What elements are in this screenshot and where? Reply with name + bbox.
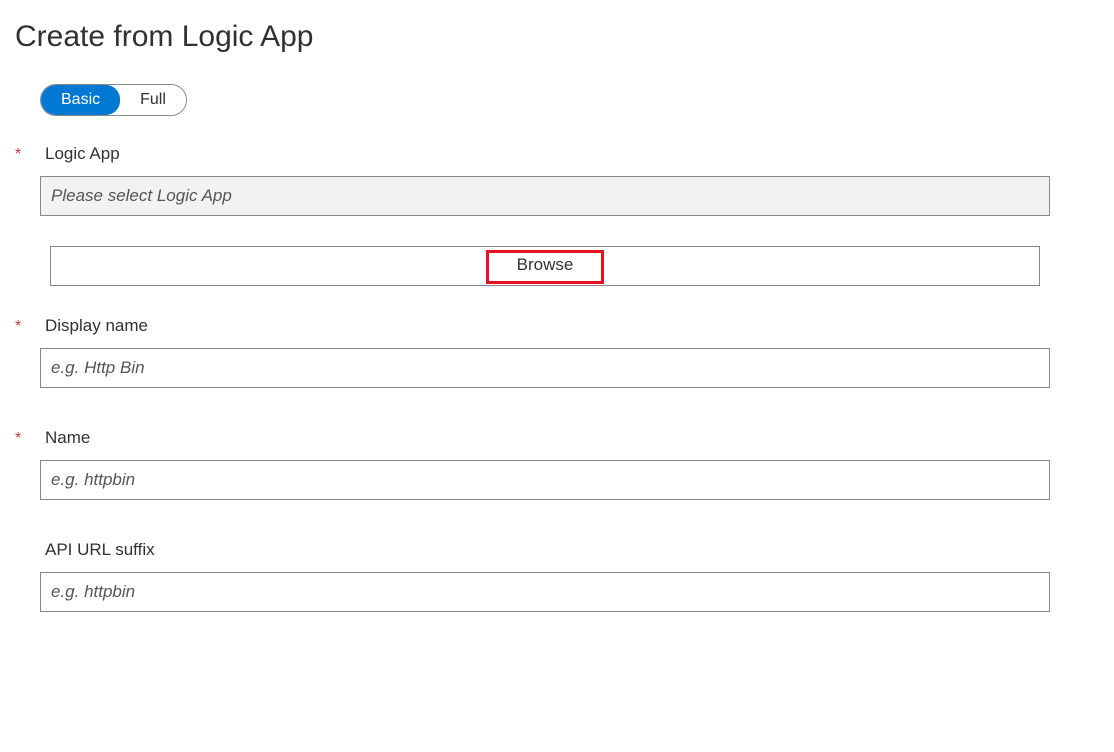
api-url-suffix-row: API URL suffix	[15, 540, 1099, 560]
view-toggle: Basic Full	[40, 84, 187, 116]
api-url-suffix-label: API URL suffix	[45, 540, 155, 560]
api-url-suffix-input[interactable]	[40, 572, 1050, 612]
required-marker: *	[15, 428, 45, 448]
name-label: Name	[45, 428, 90, 448]
required-marker: *	[15, 316, 45, 336]
logic-app-input[interactable]	[40, 176, 1050, 216]
browse-button[interactable]: Browse	[50, 246, 1040, 286]
display-name-field-container	[40, 348, 1074, 388]
browse-button-label: Browse	[486, 250, 605, 284]
required-marker-empty	[15, 540, 45, 542]
logic-app-row: * Logic App	[15, 144, 1099, 164]
required-marker: *	[15, 144, 45, 164]
toggle-basic[interactable]: Basic	[41, 85, 120, 115]
display-name-row: * Display name	[15, 316, 1099, 336]
toggle-full[interactable]: Full	[120, 85, 186, 115]
name-field-container	[40, 460, 1074, 500]
logic-app-label: Logic App	[45, 144, 120, 164]
display-name-label: Display name	[45, 316, 148, 336]
logic-app-field-container: Browse	[40, 176, 1074, 286]
name-input[interactable]	[40, 460, 1050, 500]
name-row: * Name	[15, 428, 1099, 448]
display-name-input[interactable]	[40, 348, 1050, 388]
page-title: Create from Logic App	[15, 20, 1099, 54]
api-url-suffix-field-container	[40, 572, 1074, 612]
